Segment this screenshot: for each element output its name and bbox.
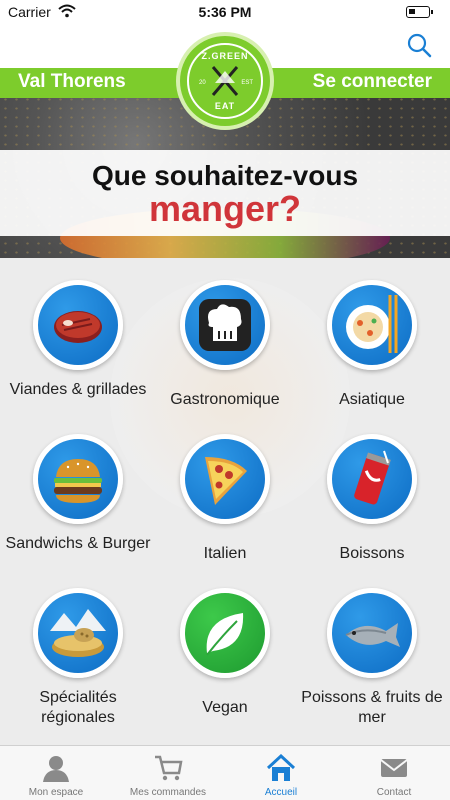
category-poissons[interactable]: Poissons & fruits de mer <box>297 588 447 728</box>
category-sandwichs[interactable]: Sandwichs & Burger <box>3 434 153 554</box>
tab-contact[interactable]: Contact <box>338 746 450 800</box>
category-viandes[interactable]: Viandes & grillades <box>3 280 153 400</box>
category-gastronomique[interactable]: Gastronomique <box>150 280 300 410</box>
tab-label: Accueil <box>264 787 298 798</box>
category-label: Boissons <box>339 545 405 562</box>
fish-icon <box>327 588 417 678</box>
login-link[interactable]: Se connecter <box>313 71 432 93</box>
category-label: Poissons & fruits de mer <box>301 689 443 726</box>
chef-hat-icon <box>180 280 270 370</box>
soda-can-icon <box>327 434 417 524</box>
tab-label: Contact <box>376 787 412 798</box>
battery-icon <box>406 6 433 18</box>
category-label: Viandes & grillades <box>9 381 147 398</box>
category-label: Sandwichs & Burger <box>5 535 151 552</box>
status-bar: Carrier 5:36 PM <box>0 0 450 24</box>
question-banner: Que souhaitez-vous manger? <box>0 150 450 236</box>
logo-est: EST <box>241 80 253 86</box>
category-italien[interactable]: Italien <box>150 434 300 564</box>
logo-text-top: Z.GREEN <box>201 51 249 61</box>
tab-accueil[interactable]: Accueil <box>225 746 337 800</box>
pizza-icon <box>180 434 270 524</box>
asian-bowl-icon <box>327 280 417 370</box>
logo-year: 20 <box>199 80 206 86</box>
leaf-icon <box>180 588 270 678</box>
tab-label: Mes commandes <box>129 787 207 798</box>
app-logo[interactable]: Z.GREEN 20 EST EAT <box>176 32 274 130</box>
question-highlight: manger? <box>148 188 302 229</box>
location-selector[interactable]: Val Thorens <box>18 71 126 93</box>
category-label: Vegan <box>202 699 248 716</box>
cheese-mountain-icon <box>33 588 123 678</box>
tab-label: Mon espace <box>28 787 84 798</box>
category-label: Asiatique <box>339 391 405 408</box>
category-label: Spécialités régionales <box>39 689 117 726</box>
steak-icon <box>33 280 123 370</box>
category-label: Italien <box>203 545 247 562</box>
fork-knife-icon <box>211 66 239 96</box>
user-icon <box>43 756 69 782</box>
category-boissons[interactable]: Boissons <box>297 434 447 564</box>
category-grid: Viandes & grillades Gastronomique Asiati… <box>0 258 450 745</box>
mail-icon <box>380 759 408 777</box>
category-label: Gastronomique <box>170 391 280 408</box>
tab-bar: Mon espace Mes commandes Accueil Contact <box>0 745 450 800</box>
burger-icon <box>33 434 123 524</box>
clock: 5:36 PM <box>198 4 252 20</box>
category-vegan[interactable]: Vegan <box>150 588 300 718</box>
tab-mon-espace[interactable]: Mon espace <box>0 746 112 800</box>
search-icon[interactable] <box>406 32 432 58</box>
category-asiatique[interactable]: Asiatique <box>297 280 447 410</box>
category-regionales[interactable]: Spécialités régionales <box>3 588 153 728</box>
tab-mes-commandes[interactable]: Mes commandes <box>112 746 224 800</box>
cart-icon <box>155 755 183 781</box>
logo-text-bottom: EAT <box>214 101 236 111</box>
home-icon <box>266 753 296 781</box>
